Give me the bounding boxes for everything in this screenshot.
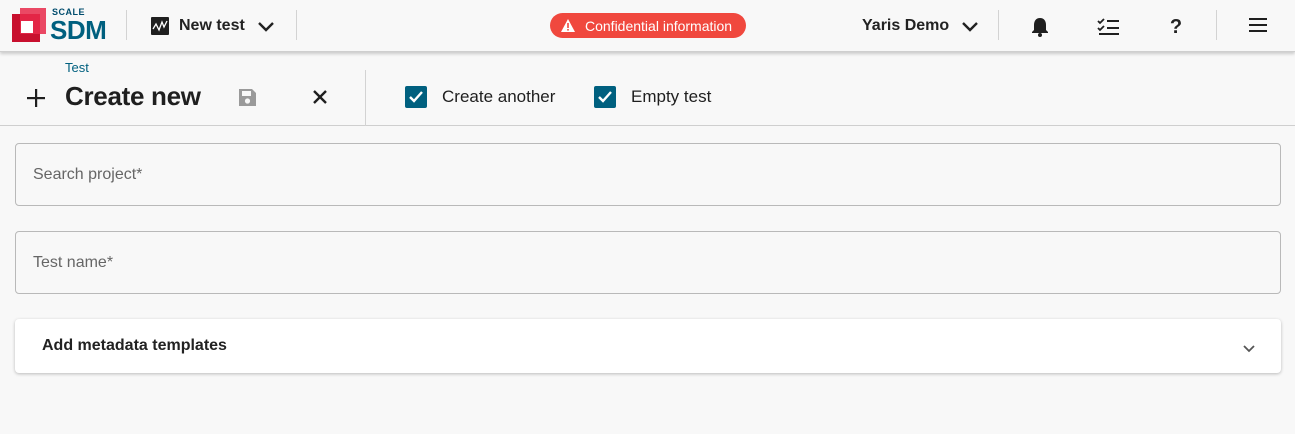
empty-test-checkbox[interactable]: Empty test bbox=[594, 86, 711, 108]
close-icon bbox=[313, 90, 327, 104]
test-name-input[interactable] bbox=[16, 232, 1280, 293]
checkbox-box bbox=[405, 86, 427, 108]
confidential-text: Confidential information bbox=[585, 17, 733, 34]
create-another-label: Create another bbox=[442, 87, 556, 106]
test-name-field bbox=[15, 231, 1281, 294]
divider bbox=[126, 10, 127, 40]
confidential-badge: Confidential information bbox=[550, 13, 746, 38]
close-button[interactable] bbox=[306, 83, 334, 111]
user-selector[interactable]: Yaris Demo bbox=[862, 13, 980, 39]
logo-mark-icon bbox=[12, 8, 46, 42]
chevron-down-icon bbox=[962, 22, 979, 32]
tasks-button[interactable] bbox=[1092, 11, 1124, 43]
project-selector[interactable]: New test bbox=[150, 13, 276, 39]
user-selector-label: Yaris Demo bbox=[862, 17, 950, 34]
page-title: Create new bbox=[65, 81, 201, 111]
top-bar: SCALE SDM New test Confidential informat… bbox=[0, 0, 1295, 52]
divider bbox=[296, 10, 297, 40]
check-icon bbox=[598, 91, 612, 103]
plus-icon bbox=[27, 89, 45, 107]
new-item-button[interactable] bbox=[22, 84, 50, 112]
checkbox-box bbox=[594, 86, 616, 108]
divider bbox=[1216, 10, 1217, 40]
chevron-down-icon bbox=[1243, 345, 1255, 353]
checklist-icon bbox=[1097, 18, 1119, 35]
create-another-checkbox[interactable]: Create another bbox=[405, 86, 555, 108]
bell-icon bbox=[1032, 18, 1048, 37]
help-icon: ? bbox=[1169, 15, 1183, 38]
metadata-templates-label: Add metadata templates bbox=[42, 337, 227, 354]
save-icon bbox=[238, 88, 256, 106]
search-project-field bbox=[15, 143, 1281, 206]
check-icon bbox=[409, 91, 423, 103]
help-button[interactable]: ? bbox=[1160, 11, 1192, 43]
main-menu-button[interactable] bbox=[1242, 9, 1274, 41]
project-selector-label: New test bbox=[179, 17, 245, 34]
warning-icon bbox=[561, 19, 575, 32]
chevron-down-icon bbox=[257, 22, 274, 32]
divider bbox=[998, 10, 999, 40]
toolbar-divider bbox=[365, 70, 366, 126]
empty-test-label: Empty test bbox=[631, 87, 712, 106]
save-button[interactable] bbox=[233, 84, 261, 110]
chart-icon bbox=[151, 17, 169, 35]
metadata-templates-expander[interactable]: Add metadata templates bbox=[15, 319, 1281, 373]
breadcrumb-test[interactable]: Test bbox=[65, 60, 89, 75]
notifications-button[interactable] bbox=[1024, 11, 1056, 43]
menu-icon bbox=[1249, 18, 1267, 32]
app-logo[interactable]: SCALE SDM bbox=[12, 6, 116, 46]
logo-sdm-text: SDM bbox=[50, 15, 107, 45]
search-project-input[interactable] bbox=[16, 144, 1280, 205]
